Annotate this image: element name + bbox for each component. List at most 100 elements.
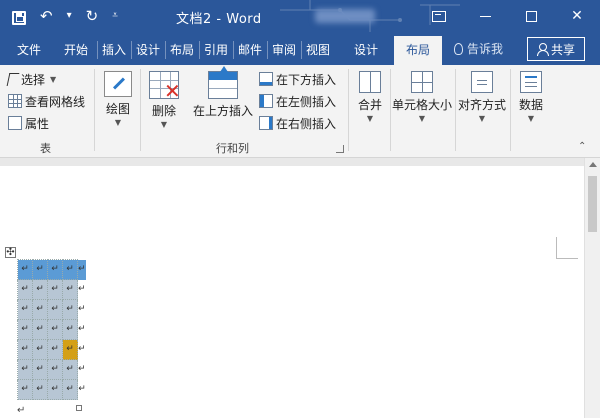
tab-layout[interactable]: 布局 [166,38,198,62]
draw-button[interactable]: 绘图 ▼ [100,71,136,127]
table-cell[interactable]: ↵ [47,359,63,380]
table-cell[interactable]: ↵ [62,339,78,360]
chevron-down-icon: ▼ [366,114,374,123]
table-cell[interactable]: ↵ [62,279,78,300]
cell-size-button[interactable]: 单元格大小 ▼ [391,71,453,123]
group-separator [140,69,141,151]
tell-me-search[interactable]: 告诉我 [454,40,503,57]
tell-me-label: 告诉我 [467,42,504,56]
table-cell[interactable]: ↵ [62,259,78,280]
insert-below-button[interactable]: 在下方插入 [259,69,336,89]
table-cell[interactable]: ↵ [32,299,48,320]
minimize-icon [479,15,491,17]
table-resize-handle[interactable] [76,405,82,411]
table-row: ↵ ↵ ↵ ↵ ↵ [17,379,87,400]
vertical-scrollbar[interactable] [584,158,600,418]
insert-above-button[interactable]: 在上方插入 [190,66,256,119]
save-icon[interactable] [12,10,26,25]
insert-below-icon [259,72,273,86]
tab-view[interactable]: 视图 [302,38,334,62]
maximize-button[interactable] [508,0,554,32]
undo-dropdown-icon[interactable]: ▾ [67,6,72,26]
insert-right-button[interactable]: 在右侧插入 [259,113,336,133]
table-cell[interactable]: ↵ [17,359,33,380]
table-cell[interactable]: ↵ [47,319,63,340]
row-end-mark: ↵ [78,324,86,334]
document-table[interactable]: ↵ ↵ ↵ ↵ ↵ ↵ ↵ ↵ ↵ ↵ ↵ ↵ ↵ ↵ ↵ ↵ ↵ ↵ ↵ ↵ ↵ ↵ ↵ ↵ ↵ ↵ ↵ ↵ ↵ ↵ ↵ ↵ ↵ ↵ ↵ [17,259,87,400]
tab-mailings[interactable]: 邮件 [234,38,266,62]
table-cell[interactable]: ↵ [17,319,33,340]
table-move-handle[interactable]: ✣ [5,247,16,258]
row-end-mark: ↵ [78,304,86,314]
table-cell[interactable]: ↵ [17,279,33,300]
tab-file[interactable]: 文件 [8,38,50,62]
table-cell[interactable]: ↵ [47,279,63,300]
cell-size-icon [411,71,433,93]
tab-design[interactable]: 设计 [132,38,164,62]
select-button[interactable]: 选择 ▼ [6,69,57,89]
table-cell[interactable]: ↵ [17,299,33,320]
tab-review[interactable]: 审阅 [268,38,300,62]
alignment-button[interactable]: 对齐方式 ▼ [456,71,508,123]
table-cell[interactable]: ↵ [17,379,33,400]
minimize-button[interactable] [462,0,508,32]
table-cell[interactable]: ↵ [47,299,63,320]
ribbon-display-options-button[interactable] [416,0,462,32]
table-cell[interactable]: ↵ [32,319,48,340]
table-cell[interactable]: ↵ [47,379,63,400]
view-gridlines-button[interactable]: 查看网格线 [8,91,85,111]
ribbon-display-icon [432,10,446,22]
tab-table-design[interactable]: 设计 [344,38,388,62]
table-cell[interactable]: ↵ [62,359,78,380]
maximize-icon [525,10,537,22]
page-top-gutter [0,158,584,166]
share-button[interactable]: 共享 [527,37,585,61]
insert-left-button[interactable]: 在左侧插入 [259,91,336,111]
merge-label: 合并 [357,98,382,112]
tab-references[interactable]: 引用 [200,38,232,62]
insert-left-label: 在左侧插入 [276,94,337,109]
insert-above-icon [208,66,238,99]
table-cell[interactable]: ↵ [62,319,78,340]
collapse-ribbon-icon[interactable]: ⌃ [578,141,586,152]
table-cell[interactable]: ↵ [32,379,48,400]
data-icon [520,71,542,93]
redo-icon[interactable]: ↻ [86,6,99,26]
delete-button[interactable]: ✕ 删除 ▼ [144,71,184,129]
ribbon: 选择 ▼ 查看网格线 属性 表 绘图 ▼ ✕ 删除 ▼ 在上方插入 在下方插入 … [0,65,600,158]
table-cell[interactable]: ↵ [47,259,63,280]
table-cell[interactable]: ↵ [32,279,48,300]
data-button[interactable]: 数据 ▼ [514,71,548,123]
person-icon [536,43,549,56]
undo-icon[interactable]: ↶ [40,6,53,26]
scroll-thumb[interactable] [588,176,597,232]
scroll-up-icon[interactable] [589,162,597,167]
table-cell[interactable]: ↵ [47,339,63,360]
table-cell[interactable]: ↵ [17,259,33,280]
table-cell[interactable]: ↵ [62,379,78,400]
quick-access-toolbar: ↶ ▾ ↻ ⩡ [12,6,118,26]
delete-table-icon: ✕ [149,71,181,101]
properties-button[interactable]: 属性 [8,113,49,133]
chevron-down-icon: ▼ [50,74,57,84]
table-cell[interactable]: ↵ [32,339,48,360]
properties-label: 属性 [25,116,50,131]
draw-label: 绘图 [105,102,130,116]
insert-below-label: 在下方插入 [276,72,337,87]
tab-table-layout[interactable]: 布局 [394,36,442,65]
select-label: 选择 [21,72,46,87]
table-cell[interactable]: ↵ [62,299,78,320]
row-end-mark: ↵ [77,259,87,280]
document-canvas[interactable] [0,158,600,418]
table-cell[interactable]: ↵ [32,259,48,280]
tab-home[interactable]: 开始 [56,38,96,62]
table-cell[interactable]: ↵ [17,339,33,360]
table-cell[interactable]: ↵ [32,359,48,380]
insert-right-icon [259,116,273,130]
merge-button[interactable]: 合并 ▼ [352,71,388,123]
rows-columns-dialog-launcher[interactable] [336,145,344,153]
close-button[interactable]: ✕ [554,0,600,32]
share-label: 共享 [550,42,575,57]
tab-insert[interactable]: 插入 [98,38,130,62]
customize-qat-icon[interactable]: ⩡ [112,6,118,26]
